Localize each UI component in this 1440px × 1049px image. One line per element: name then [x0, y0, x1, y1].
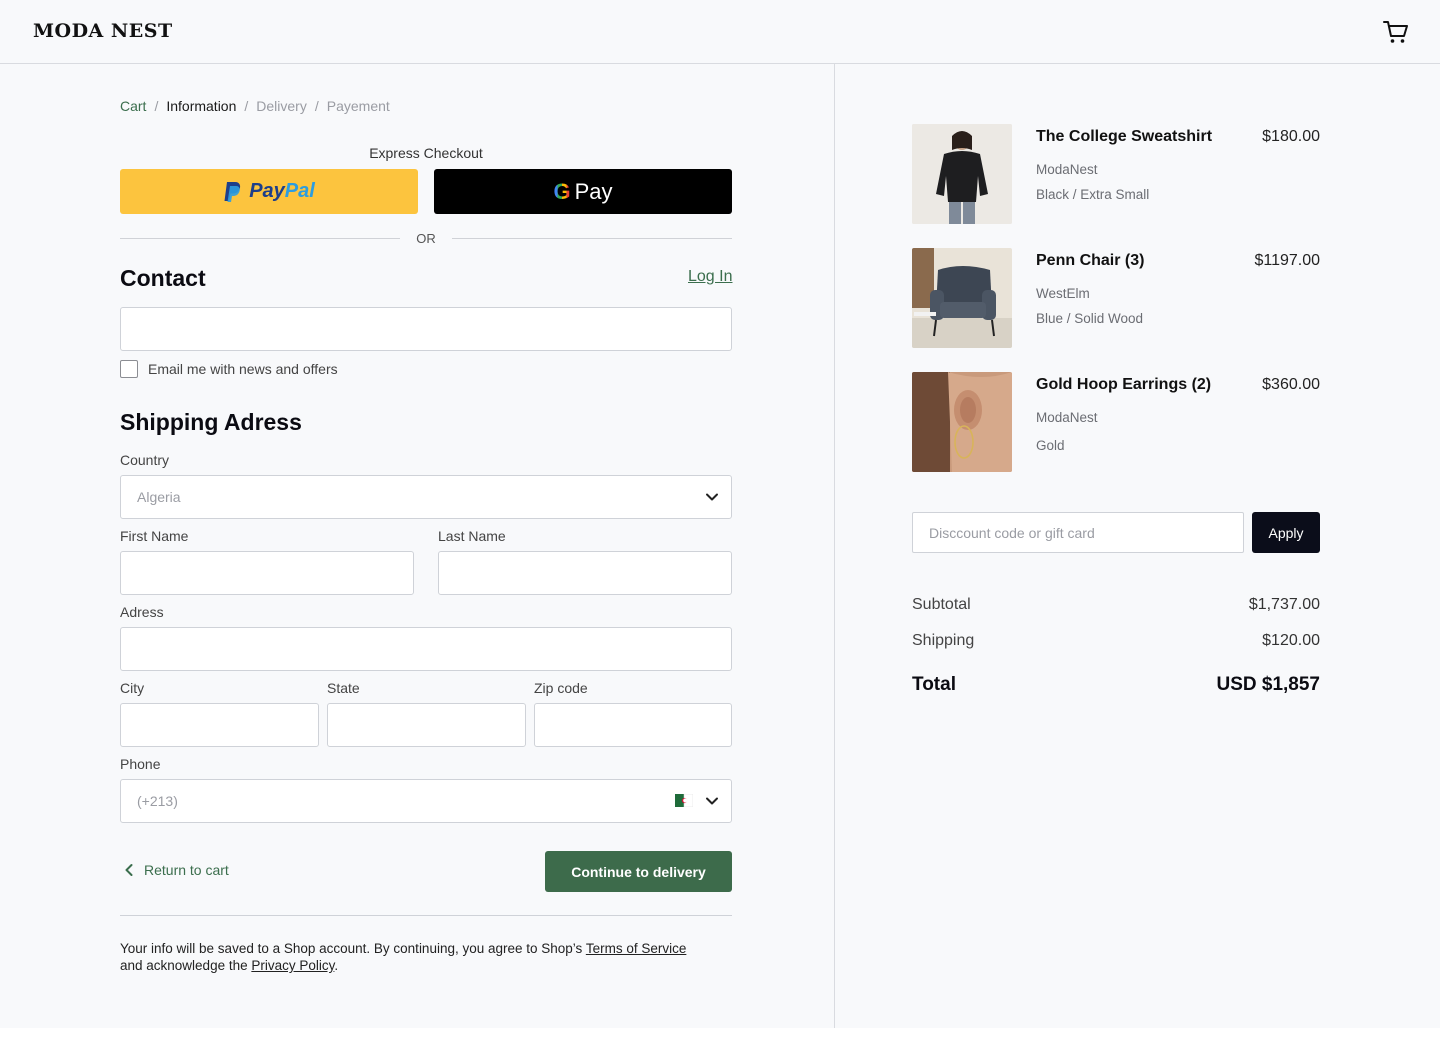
country-value: Algeria	[137, 489, 181, 505]
footer-divider	[120, 915, 732, 916]
breadcrumb-cart[interactable]: Cart	[120, 98, 146, 114]
chevron-down-icon	[706, 493, 718, 501]
or-divider: OR	[120, 229, 732, 249]
breadcrumb-information: Information	[166, 98, 237, 114]
order-item: Gold Hoop Earrings (2) $360.00 ModaNest …	[912, 372, 1320, 472]
first-name-field[interactable]	[120, 551, 414, 595]
country-label: Country	[120, 452, 170, 468]
address-label: Adress	[120, 604, 164, 620]
legal-text: .	[334, 958, 339, 973]
last-name-label: Last Name	[438, 528, 506, 544]
item-variant: Black / Extra Small	[1036, 187, 1150, 202]
paypal-button[interactable]: PayPal	[120, 169, 418, 214]
chevron-left-icon	[125, 864, 133, 876]
total-label: Total	[912, 674, 956, 695]
cart-icon[interactable]	[1382, 18, 1410, 46]
shipping-label: Shipping	[912, 632, 975, 649]
contact-title: Contact	[120, 265, 206, 291]
chevron-down-icon[interactable]	[705, 794, 719, 808]
shipping-title: Shipping Adress	[120, 409, 302, 435]
state-field[interactable]	[327, 703, 526, 747]
google-pay-label: Pay	[574, 178, 613, 204]
express-checkout-label: Express Checkout	[369, 145, 483, 161]
shipping-row: Shipping $120.00	[912, 632, 1320, 650]
algeria-flag-icon	[675, 794, 693, 807]
state-label: State	[327, 680, 360, 696]
phone-placeholder: (+213)	[137, 793, 178, 809]
discount-code-input[interactable]: Disccount code or gift card	[912, 512, 1244, 553]
return-to-cart-label: Return to cart	[144, 862, 229, 878]
subtotal-label: Subtotal	[912, 596, 971, 613]
product-image-earrings	[912, 372, 1012, 472]
login-link[interactable]: Log In	[688, 268, 732, 286]
breadcrumb-delivery: Delivery	[256, 98, 307, 114]
order-item: The College Sweatshirt $180.00 ModaNest …	[912, 124, 1320, 224]
item-variant: Blue / Solid Wood	[1036, 311, 1144, 326]
paypal-icon	[224, 181, 241, 202]
header: MODA NEST	[0, 0, 1440, 64]
item-name: Gold Hoop Earrings (2)	[1036, 376, 1212, 393]
newsletter-label: Email me with news and offers	[148, 361, 338, 377]
newsletter-checkbox[interactable]	[120, 360, 138, 378]
privacy-policy-link[interactable]: Privacy Policy	[251, 958, 334, 973]
google-g-icon: G	[553, 178, 571, 204]
item-variant: Gold	[1036, 438, 1065, 453]
item-brand: WestElm	[1036, 286, 1090, 301]
item-name: The College Sweatshirt	[1036, 128, 1213, 145]
breadcrumb-separator: /	[154, 98, 159, 114]
address-field[interactable]	[120, 627, 732, 671]
column-divider	[834, 64, 835, 1028]
item-price: $1197.00	[1254, 252, 1320, 269]
legal-text: Your info will be saved to a Shop accoun…	[120, 941, 586, 956]
subtotal-row: Subtotal $1,737.00	[912, 596, 1320, 614]
newsletter-option: Email me with news and offers	[120, 360, 338, 378]
item-price: $180.00	[1262, 128, 1320, 145]
item-brand: ModaNest	[1036, 162, 1098, 177]
product-image-chair	[912, 248, 1012, 348]
legal-text: and acknowledge the	[120, 958, 252, 973]
country-select[interactable]: Algeria	[120, 475, 732, 519]
google-pay-button[interactable]: G Pay	[434, 169, 732, 214]
phone-field[interactable]: (+213)	[120, 779, 732, 823]
total-value: USD $1,857	[1216, 674, 1320, 695]
continue-to-delivery-button[interactable]: Continue to delivery	[545, 851, 732, 892]
paypal-pal-text: Pal	[284, 180, 315, 202]
product-image-sweatshirt	[912, 124, 1012, 224]
item-brand: ModaNest	[1036, 410, 1098, 425]
terms-of-service-link[interactable]: Terms of Service	[586, 941, 687, 956]
breadcrumb-separator: /	[314, 98, 319, 114]
apply-discount-button[interactable]: Apply	[1252, 512, 1320, 553]
email-field[interactable]	[120, 307, 732, 351]
brand-logo[interactable]: MODA NEST	[33, 20, 173, 42]
legal-notice: Your info will be saved to a Shop accoun…	[120, 940, 740, 974]
breadcrumb: Cart / Information / Delivery / Payement	[120, 98, 390, 114]
item-name: Penn Chair (3)	[1036, 252, 1145, 269]
zip-label: Zip code	[534, 680, 588, 696]
return-to-cart-link[interactable]: Return to cart	[124, 862, 229, 878]
last-name-field[interactable]	[438, 551, 732, 595]
breadcrumb-payment: Payement	[326, 98, 390, 114]
zip-field[interactable]	[534, 703, 732, 747]
total-row: Total USD $1,857	[912, 674, 1320, 696]
subtotal-value: $1,737.00	[1248, 596, 1320, 613]
shipping-value: $120.00	[1262, 632, 1320, 649]
checkout-page: MODA NEST Cart / Information / Delivery …	[0, 0, 1440, 1028]
order-item: Penn Chair (3) $1197.00 WestElm Blue / S…	[912, 248, 1320, 348]
city-label: City	[120, 680, 145, 696]
paypal-pay-text: Pay	[249, 180, 285, 202]
phone-label: Phone	[120, 756, 161, 772]
city-field[interactable]	[120, 703, 319, 747]
breadcrumb-separator: /	[244, 98, 249, 114]
item-price: $360.00	[1262, 376, 1320, 393]
first-name-label: First Name	[120, 528, 189, 544]
